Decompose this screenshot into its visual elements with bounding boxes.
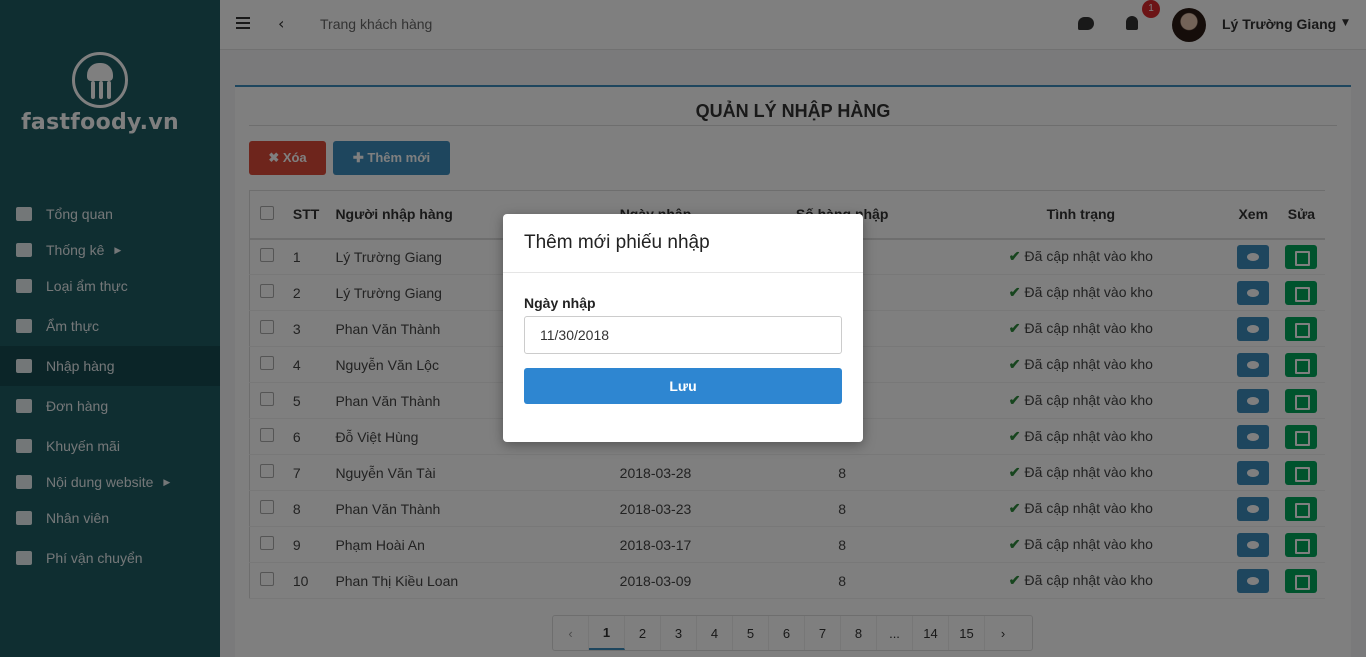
import-date-input[interactable] xyxy=(524,316,842,354)
add-import-modal: Thêm mới phiếu nhập Ngày nhập Lưu xyxy=(503,214,863,442)
import-date-label: Ngày nhập xyxy=(524,295,596,311)
modal-divider xyxy=(503,272,863,273)
modal-title: Thêm mới phiếu nhập xyxy=(524,232,710,253)
save-button[interactable]: Lưu xyxy=(524,368,842,404)
